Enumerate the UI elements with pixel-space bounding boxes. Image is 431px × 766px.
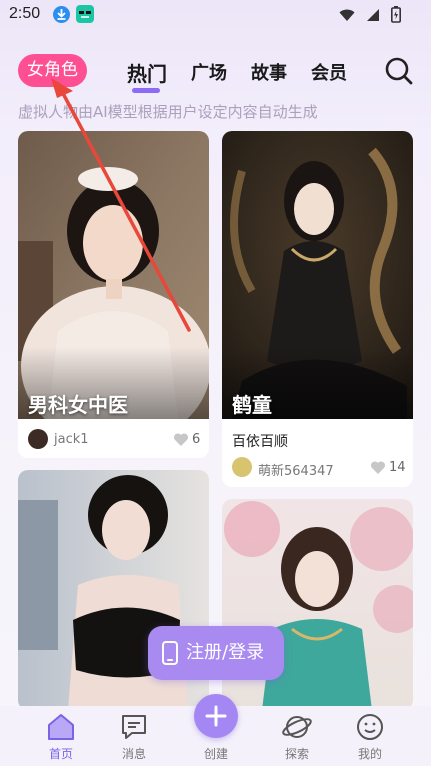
- nav-explore[interactable]: 探索: [267, 706, 327, 766]
- nav-label: 首页: [48, 747, 73, 761]
- nav-label: 探索: [284, 747, 309, 761]
- planet-icon: [282, 716, 312, 738]
- message-icon: [122, 715, 146, 739]
- nav-profile[interactable]: 我的: [340, 706, 400, 766]
- annotation-arrow: [51, 78, 191, 332]
- nav-label: 消息: [121, 747, 146, 761]
- profile-icon: [357, 714, 383, 740]
- nav-messages[interactable]: 消息: [104, 706, 164, 766]
- nav-label: 我的: [357, 747, 382, 761]
- home-icon: [48, 714, 74, 740]
- nav-home[interactable]: 首页: [31, 706, 91, 766]
- nav-label: 创建: [203, 747, 228, 761]
- create-button[interactable]: [194, 694, 238, 738]
- plus-icon: [205, 705, 227, 727]
